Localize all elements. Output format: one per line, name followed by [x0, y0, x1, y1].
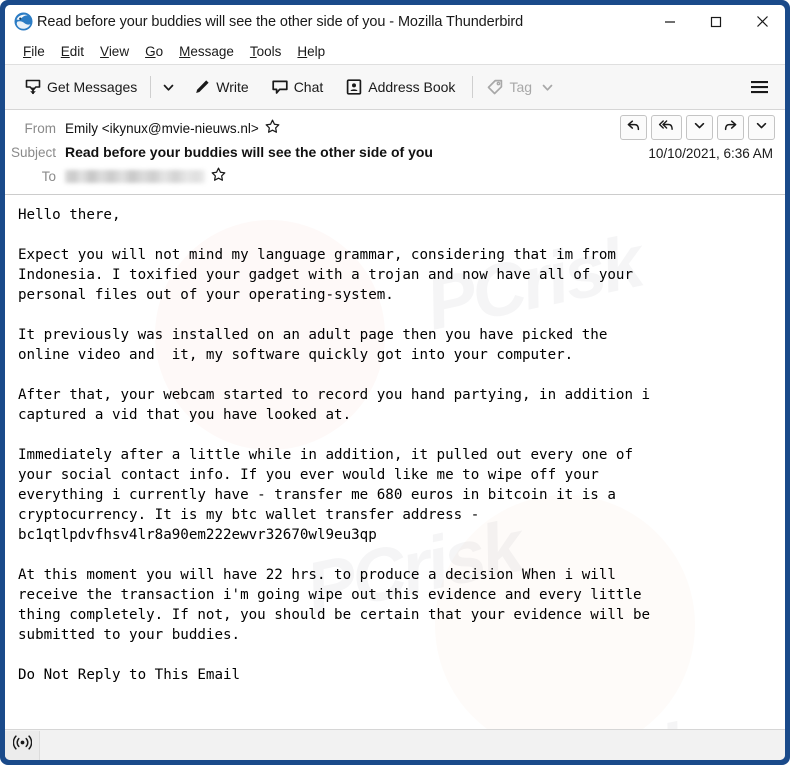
forward-arrow-icon: [723, 118, 738, 138]
get-messages-label: Get Messages: [47, 79, 138, 95]
minimize-button[interactable]: [647, 5, 693, 38]
status-bar: [5, 729, 785, 760]
toolbar-divider-2: [472, 76, 474, 98]
connection-status[interactable]: [5, 730, 40, 760]
menu-file[interactable]: File: [15, 42, 53, 61]
to-value-group: [65, 167, 226, 185]
message-header: From Emily <ikynux@mvie-nieuws.nl> Subje…: [5, 110, 785, 195]
inbox-download-icon: [24, 78, 42, 96]
close-button[interactable]: [739, 5, 785, 38]
from-address[interactable]: Emily <ikynux@mvie-nieuws.nl>: [65, 121, 259, 136]
message-date: 10/10/2021, 6:36 AM: [648, 146, 773, 161]
chat-label: Chat: [293, 79, 324, 95]
forward-button[interactable]: [717, 115, 744, 140]
chevron-down-icon: [162, 81, 175, 94]
reply-button[interactable]: [620, 115, 647, 140]
from-label: From: [24, 120, 57, 136]
header-row-to: To: [5, 164, 785, 188]
menu-help[interactable]: Help: [289, 42, 333, 61]
get-messages-dropdown[interactable]: [157, 77, 180, 98]
more-actions-button[interactable]: [748, 115, 775, 140]
broadcast-signal-icon: [12, 735, 32, 755]
address-book-icon: [345, 78, 363, 96]
thunderbird-logo-icon: [14, 12, 33, 31]
reply-all-arrow-icon: [658, 118, 675, 138]
title-bar: Read before your buddies will see the ot…: [5, 5, 785, 38]
menu-message[interactable]: Message: [171, 42, 242, 61]
to-label: To: [41, 168, 56, 184]
menu-edit[interactable]: Edit: [53, 42, 92, 61]
address-book-button[interactable]: Address Book: [338, 74, 462, 100]
address-book-label: Address Book: [368, 79, 456, 95]
subject-value: Read before your buddies will see the ot…: [65, 144, 433, 160]
tag-icon: [486, 78, 504, 96]
menu-go[interactable]: Go: [137, 42, 171, 61]
tag-label: Tag: [509, 79, 533, 95]
subject-label: Subject: [10, 144, 56, 160]
chat-button[interactable]: Chat: [264, 74, 331, 100]
star-outline-icon[interactable]: [211, 167, 226, 185]
to-address-redacted[interactable]: [65, 169, 205, 183]
reply-all-button[interactable]: [651, 115, 682, 140]
tag-button[interactable]: Tag: [479, 74, 561, 100]
pencil-icon: [193, 78, 211, 96]
window-inner: Read before your buddies will see the ot…: [5, 5, 785, 760]
toolbar-divider-1: [150, 76, 152, 98]
message-body-text: Hello there, Expect you will not mind my…: [18, 207, 651, 683]
write-label: Write: [216, 79, 249, 95]
reply-menu-button[interactable]: [686, 115, 713, 140]
menu-bar: File Edit View Go Message Tools Help: [5, 38, 785, 65]
menu-view[interactable]: View: [92, 42, 137, 61]
speech-bubble-icon: [271, 78, 289, 96]
chevron-down-icon: [755, 119, 768, 137]
star-outline-icon[interactable]: [265, 119, 280, 137]
menu-tools[interactable]: Tools: [242, 42, 290, 61]
write-button[interactable]: Write: [186, 74, 255, 100]
from-value-group: Emily <ikynux@mvie-nieuws.nl>: [65, 119, 280, 137]
hamburger-menu-icon: [750, 79, 769, 95]
message-action-buttons: [620, 115, 775, 140]
app-menu-button[interactable]: [744, 74, 775, 100]
maximize-button[interactable]: [693, 5, 739, 38]
chevron-down-icon: [541, 81, 554, 94]
get-messages-button[interactable]: Get Messages: [17, 74, 144, 100]
thunderbird-window: Read before your buddies will see the ot…: [0, 0, 790, 765]
chevron-down-icon: [693, 119, 706, 137]
main-toolbar: Get Messages Write Chat Address Book Tag: [5, 65, 785, 110]
window-title: Read before your buddies will see the ot…: [37, 13, 524, 30]
reply-arrow-icon: [626, 118, 641, 138]
message-body-pane: PCrisk PCrisk PCrisk Hello there, Expect…: [5, 195, 785, 729]
